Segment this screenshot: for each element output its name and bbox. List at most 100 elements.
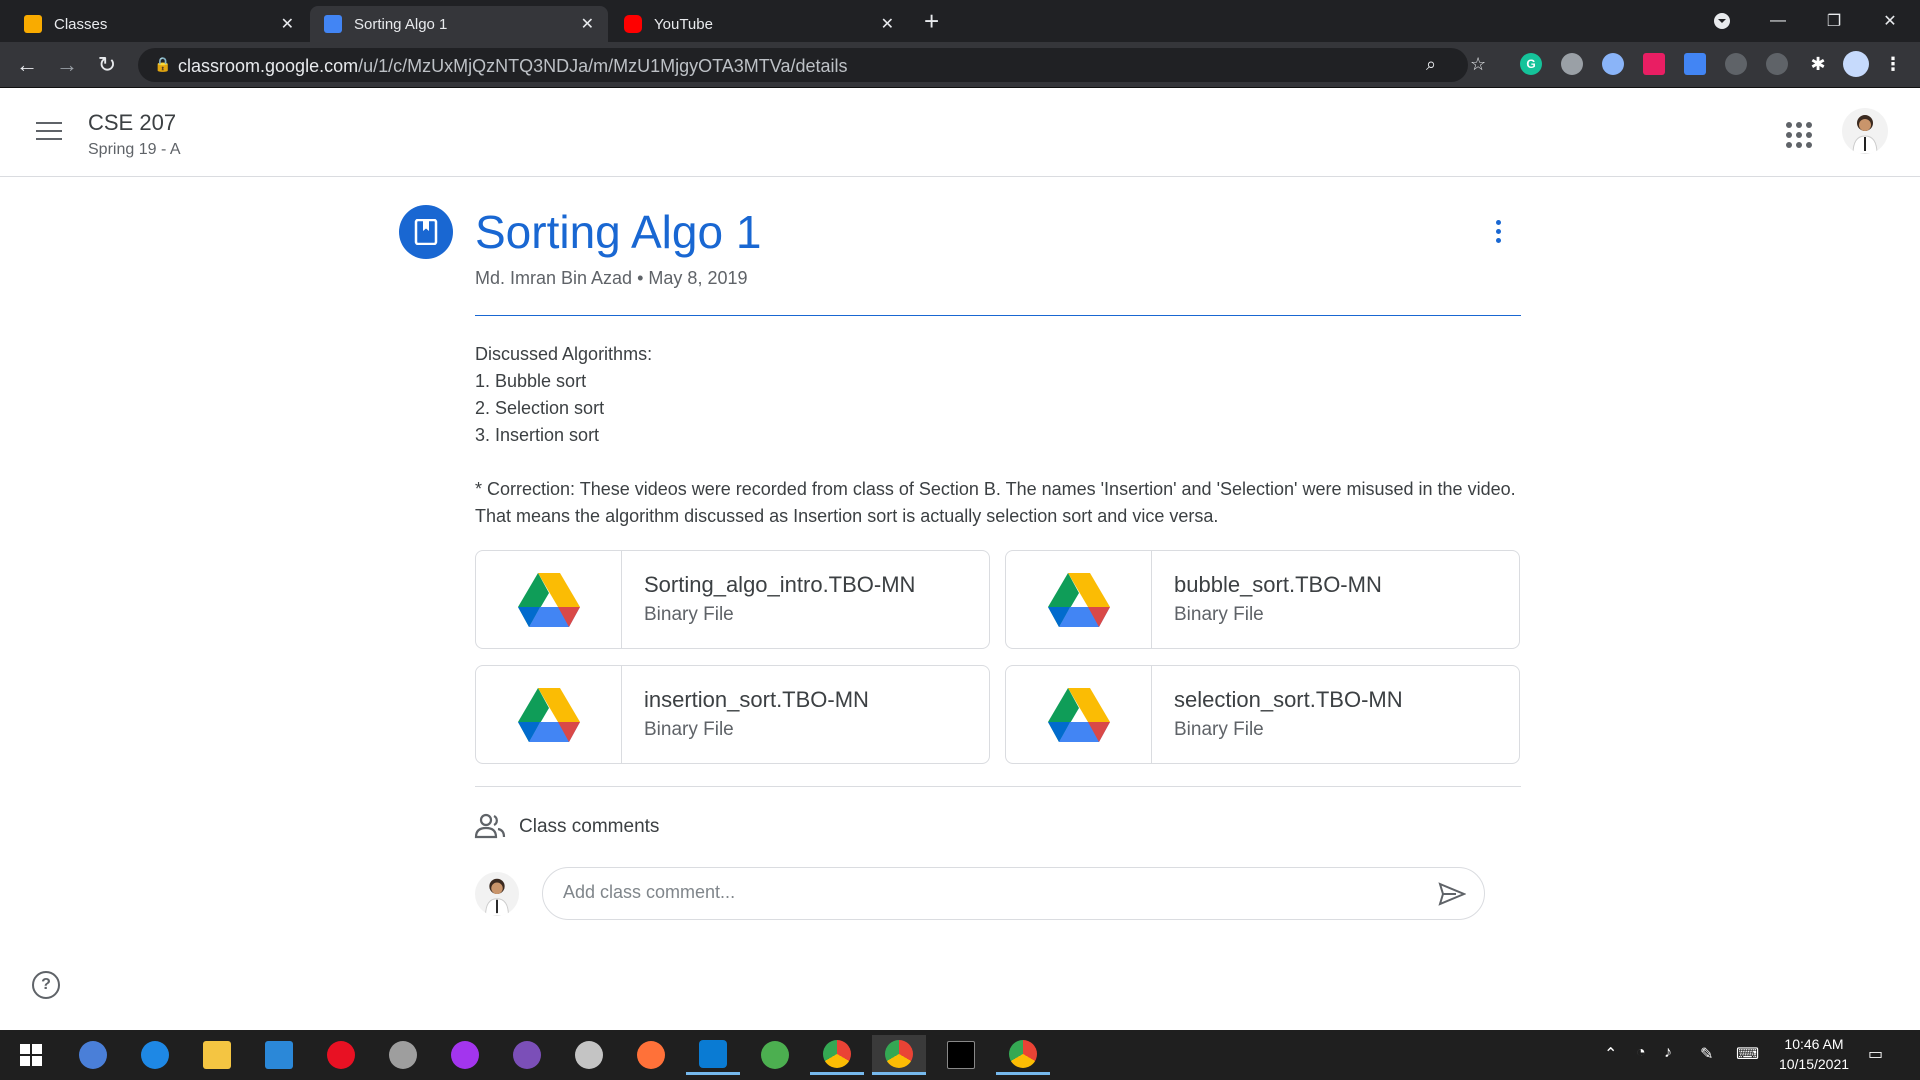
main-menu-icon[interactable]	[36, 122, 62, 146]
forward-button[interactable]: →	[52, 50, 82, 80]
author-name: Md. Imran Bin Azad	[475, 268, 633, 288]
chevron-up-icon[interactable]: ⌃	[1604, 1044, 1617, 1064]
close-window-button[interactable]: ✕	[1862, 0, 1918, 42]
description-line: Discussed Algorithms:	[475, 344, 653, 364]
meta-separator: •	[637, 268, 644, 288]
github-icon[interactable]	[500, 1035, 554, 1075]
pen-extension-icon[interactable]	[1766, 53, 1788, 75]
people-icon	[474, 813, 506, 844]
tab-label: Classes	[54, 15, 108, 33]
classroom-favicon-icon	[324, 15, 342, 33]
keyboard-icon[interactable]: ⌨	[1736, 1044, 1759, 1064]
tab-label: Sorting Algo 1	[354, 15, 448, 33]
pen-icon[interactable]: ✎	[1700, 1044, 1713, 1064]
play-extension-icon[interactable]	[1643, 53, 1665, 75]
bookmark-star-icon[interactable]: ☆	[1470, 54, 1486, 75]
description-line: 3. Insertion sort	[475, 425, 600, 445]
tab-classes[interactable]: Classes ✕	[10, 6, 308, 42]
attachment-name: selection_sort.TBO-MN	[1174, 687, 1403, 712]
minimize-button[interactable]: —	[1750, 0, 1806, 42]
attachment-card[interactable]: bubble_sort.TBO-MN Binary File	[1005, 550, 1520, 649]
attachment-type: Binary File	[1174, 719, 1264, 740]
close-tab-icon[interactable]: ✕	[281, 14, 294, 34]
classroom-header: CSE 207 Spring 19 - A	[0, 88, 1920, 177]
chrome-icon[interactable]	[996, 1035, 1050, 1075]
new-tab-button[interactable]: +	[924, 6, 939, 36]
taskbar-app-icon[interactable]	[66, 1035, 120, 1075]
classroom-favicon-icon	[24, 15, 42, 33]
description-line: 2. Selection sort	[475, 398, 605, 418]
tab-sorting-algo[interactable]: Sorting Algo 1 ✕	[310, 6, 608, 42]
comments-divider	[475, 786, 1521, 787]
attachment-type: Binary File	[644, 604, 734, 625]
windows-taskbar: ⌃ ◔ ♪ ✎ ⌨ 10:46 AM 10/15/2021 ▭	[0, 1030, 1920, 1080]
comment-input[interactable]	[563, 882, 1403, 903]
tab-search-icon[interactable]	[1694, 0, 1750, 42]
post-meta: Md. Imran Bin Azad • May 8, 2019	[475, 268, 747, 289]
camera-extension-icon[interactable]	[1561, 53, 1583, 75]
tab-youtube[interactable]: YouTube ✕	[610, 6, 908, 42]
grammarly-extension-icon[interactable]: G	[1520, 53, 1542, 75]
help-icon[interactable]: ?	[32, 971, 60, 999]
lock-icon: 🔒	[154, 56, 172, 72]
opera-icon[interactable]	[314, 1035, 368, 1075]
course-title[interactable]: CSE 207	[88, 110, 176, 136]
terminal-icon[interactable]	[934, 1035, 988, 1075]
google-apps-icon[interactable]	[1786, 122, 1812, 148]
clock-time: 10:46 AM	[1784, 1036, 1844, 1052]
close-tab-icon[interactable]: ✕	[581, 14, 594, 34]
attachment-card[interactable]: insertion_sort.TBO-MN Binary File	[475, 665, 990, 764]
url-text: classroom.google.com/u/1/c/MzUxMjQzNTQ3N…	[178, 56, 848, 76]
file-explorer-icon[interactable]	[190, 1035, 244, 1075]
restore-button[interactable]: ❐	[1806, 0, 1862, 42]
google-drive-icon	[1006, 666, 1152, 763]
attachment-card[interactable]: Sorting_algo_intro.TBO-MN Binary File	[475, 550, 990, 649]
account-avatar[interactable]	[1842, 108, 1888, 154]
description-line	[475, 449, 1521, 476]
reload-button[interactable]: ↻	[92, 50, 122, 80]
address-bar[interactable]: 🔒 classroom.google.com/u/1/c/MzUxMjQzNTQ…	[138, 48, 1486, 82]
firefox-icon[interactable]	[624, 1035, 678, 1075]
description-line: * Correction: These videos were recorded…	[475, 479, 1516, 526]
class-comments-label[interactable]: Class comments	[519, 816, 659, 838]
attachment-name: Sorting_algo_intro.TBO-MN	[644, 572, 916, 597]
chrome-icon[interactable]	[810, 1035, 864, 1075]
tab-label: YouTube	[654, 15, 713, 33]
title-divider	[475, 315, 1521, 316]
network-icon[interactable]: ◔	[1636, 1044, 1646, 1062]
windows-start-icon[interactable]	[4, 1035, 58, 1075]
extension-icon[interactable]	[1602, 53, 1624, 75]
mail-icon[interactable]	[252, 1035, 306, 1075]
edge-icon[interactable]	[128, 1035, 182, 1075]
material-icon	[399, 205, 453, 259]
volume-icon[interactable]: ♪	[1664, 1044, 1672, 1062]
attachment-card[interactable]: selection_sort.TBO-MN Binary File	[1005, 665, 1520, 764]
course-section: Spring 19 - A	[88, 141, 181, 158]
back-button[interactable]: ←	[12, 50, 42, 80]
download-extension-icon[interactable]	[1684, 53, 1706, 75]
browser-toolbar: ← → ↻ 🔒 classroom.google.com/u/1/c/MzUxM…	[0, 42, 1920, 88]
extension-icon[interactable]	[1725, 53, 1747, 75]
chrome-menu-icon[interactable]: ⋮	[1882, 53, 1904, 75]
close-tab-icon[interactable]: ✕	[881, 14, 894, 34]
taskbar-app-icon[interactable]	[748, 1035, 802, 1075]
google-drive-icon	[476, 551, 622, 648]
taskbar-app-icon[interactable]	[562, 1035, 616, 1075]
more-options-icon[interactable]	[1496, 220, 1502, 247]
browser-tab-strip: Classes ✕ Sorting Algo 1 ✕ YouTube ✕ + —…	[0, 0, 1920, 42]
post-description: Discussed Algorithms: 1. Bubble sort 2. …	[475, 341, 1521, 530]
vscode-icon[interactable]	[686, 1035, 740, 1075]
extensions-puzzle-icon[interactable]: ✱	[1807, 53, 1829, 75]
messenger-icon[interactable]	[438, 1035, 492, 1075]
description-line: 1. Bubble sort	[475, 371, 587, 391]
youtube-favicon-icon	[624, 15, 642, 33]
zoom-icon[interactable]: ⌕	[1426, 54, 1436, 75]
send-icon[interactable]	[1438, 882, 1467, 911]
system-clock[interactable]: 10:46 AM 10/15/2021	[1764, 1034, 1864, 1074]
attachment-type: Binary File	[644, 719, 734, 740]
comment-box	[542, 867, 1485, 920]
notifications-icon[interactable]: ▭	[1868, 1044, 1883, 1064]
profile-avatar[interactable]	[1843, 51, 1869, 77]
taskbar-app-icon[interactable]	[376, 1035, 430, 1075]
chrome-icon[interactable]	[872, 1035, 926, 1075]
